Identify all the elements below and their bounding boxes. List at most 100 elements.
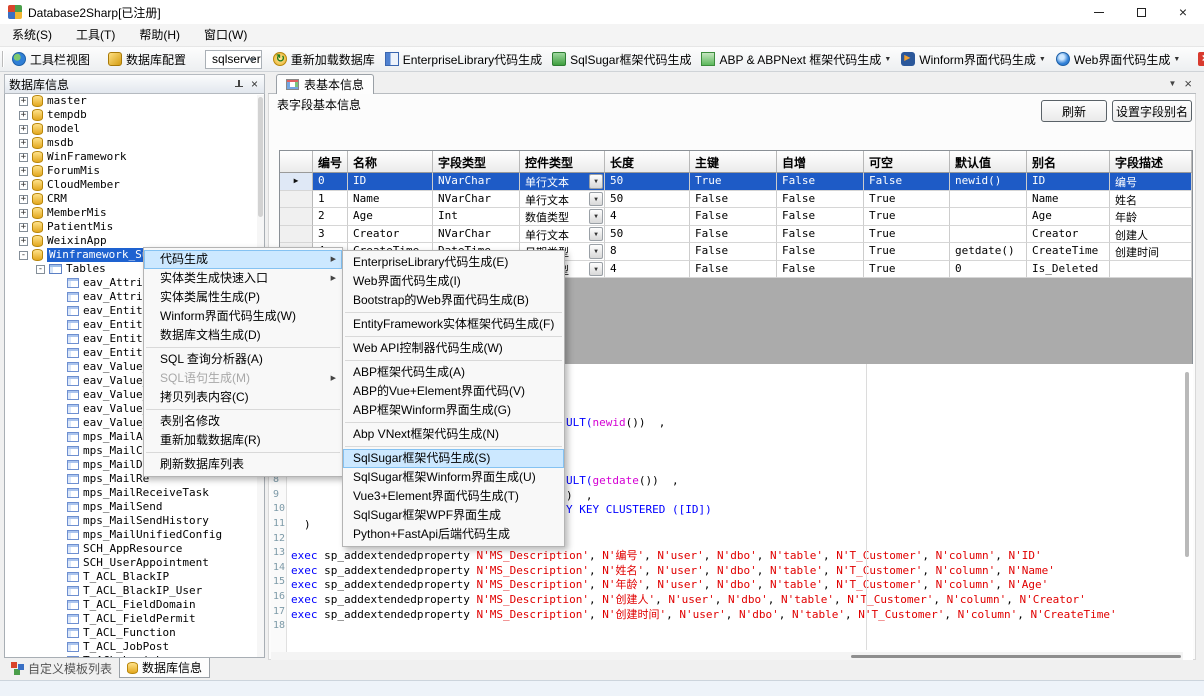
toolbar-button-退出[interactable]: 退出 (1194, 49, 1204, 70)
grid-cell[interactable]: Creator (1027, 226, 1110, 244)
tree-item-WeixinApp[interactable]: +WeixinApp (5, 234, 264, 248)
grid-cell[interactable] (950, 191, 1027, 209)
grid-cell[interactable]: False (777, 208, 864, 226)
grid-column-header-selector[interactable] (280, 151, 313, 173)
grid-cell[interactable]: False (690, 208, 777, 226)
context-menu-item-数据库文档生成(D)[interactable]: 数据库文档生成(D) (144, 326, 342, 345)
submenu-item-SqlSugar框架代码生成(S)[interactable]: SqlSugar框架代码生成(S) (343, 449, 564, 468)
grid-cell[interactable]: False (864, 173, 950, 191)
grid-cell[interactable]: False (690, 226, 777, 244)
submenu-item-Web API控制器代码生成(W)[interactable]: Web API控制器代码生成(W) (343, 339, 564, 358)
table-row[interactable]: 2AgeInt数值类型▼4FalseFalseTrueAge年龄 (280, 208, 1192, 226)
grid-cell[interactable] (950, 226, 1027, 244)
tree-item-mps_MailSend[interactable]: mps_MailSend (5, 500, 264, 514)
row-selector[interactable] (280, 191, 313, 209)
grid-cell[interactable] (1110, 261, 1192, 279)
maximize-button[interactable] (1120, 0, 1162, 24)
toolbar-grip[interactable] (2, 51, 4, 67)
grid-column-header-别名[interactable]: 别名 (1027, 151, 1110, 173)
collapse-icon[interactable]: - (36, 265, 45, 274)
tree-item-master[interactable]: +master (5, 94, 264, 108)
grid-cell[interactable]: False (777, 173, 864, 191)
expand-icon[interactable]: + (19, 111, 28, 120)
grid-cell[interactable]: Name (1027, 191, 1110, 209)
row-selector[interactable] (280, 208, 313, 226)
context-menu-item-SQL语句生成(M)[interactable]: SQL语句生成(M)▶ (144, 369, 342, 388)
database-type-combo[interactable]: sqlserver (205, 50, 262, 69)
grid-column-header-长度[interactable]: 长度 (605, 151, 690, 173)
submenu-item-SqlSugar框架Winform界面生成(U)[interactable]: SqlSugar框架Winform界面生成(U) (343, 468, 564, 487)
tree-item-CloudMember[interactable]: +CloudMember (5, 178, 264, 192)
expand-icon[interactable]: + (19, 167, 28, 176)
tree-item-MemberMis[interactable]: +MemberMis (5, 206, 264, 220)
grid-cell[interactable]: 50 (605, 226, 690, 244)
grid-cell[interactable]: Age (1027, 208, 1110, 226)
grid-column-header-字段类型[interactable]: 字段类型 (433, 151, 520, 173)
expand-icon[interactable]: + (19, 153, 28, 162)
dropdown-button[interactable]: ▼ (589, 227, 603, 242)
context-menu-item-拷贝列表内容(C)[interactable]: 拷贝列表内容(C) (144, 388, 342, 407)
panel-close-icon[interactable]: × (249, 78, 260, 90)
submenu-item-Python+FastApi后端代码生成[interactable]: Python+FastApi后端代码生成 (343, 525, 564, 544)
tree-item-PatientMis[interactable]: +PatientMis (5, 220, 264, 234)
editor-hscrollbar-thumb[interactable] (851, 655, 1181, 658)
tree-item-SCH_UserAppointment[interactable]: SCH_UserAppointment (5, 556, 264, 570)
tree-item-T_ACL_FieldPermit[interactable]: T_ACL_FieldPermit (5, 612, 264, 626)
grid-cell[interactable]: 姓名 (1110, 191, 1192, 209)
grid-cell[interactable]: 编号 (1110, 173, 1192, 191)
dropdown-button[interactable]: ▼ (589, 192, 603, 207)
dropdown-button[interactable]: ▼ (589, 174, 603, 189)
submenu-item-Bootstrap的Web界面代码生成(B)[interactable]: Bootstrap的Web界面代码生成(B) (343, 291, 564, 310)
toolbar-button-数据库配置[interactable]: 数据库配置 (104, 49, 190, 70)
grid-cell[interactable]: True (864, 226, 950, 244)
grid-column-header-名称[interactable]: 名称 (348, 151, 433, 173)
set-alias-button[interactable]: 设置字段别名 (1112, 100, 1192, 122)
menubar-item-系统(S)[interactable]: 系统(S) (0, 24, 64, 46)
toolbar-button-EnterpriseLibrary代码生成[interactable]: EnterpriseLibrary代码生成 (381, 49, 546, 70)
grid-cell[interactable]: Age (348, 208, 433, 226)
tree-item-T_ACL_BlackIP_User[interactable]: T_ACL_BlackIP_User (5, 584, 264, 598)
tab-list-dropdown-icon[interactable]: ▼ (1168, 78, 1176, 90)
tree-item-T_ACL_FieldDomain[interactable]: T_ACL_FieldDomain (5, 598, 264, 612)
dropdown-button[interactable]: ▼ (589, 262, 603, 277)
grid-cell[interactable]: 单行文本▼ (520, 173, 605, 191)
grid-column-header-字段描述[interactable]: 字段描述 (1110, 151, 1192, 173)
row-selector[interactable] (280, 226, 313, 244)
grid-cell[interactable]: 数值类型▼ (520, 208, 605, 226)
minimize-button[interactable] (1078, 0, 1120, 24)
tree-item-T_ACL_BlackIP[interactable]: T_ACL_BlackIP (5, 570, 264, 584)
grid-column-header-控件类型[interactable]: 控件类型 (520, 151, 605, 173)
context-menu-item-实体类属性生成(P)[interactable]: 实体类属性生成(P) (144, 288, 342, 307)
tab-close-icon[interactable]: × (1184, 78, 1192, 90)
grid-cell[interactable]: 4 (605, 261, 690, 279)
refresh-button[interactable]: 刷新 (1041, 100, 1107, 122)
table-row[interactable]: 1NameNVarChar单行文本▼50FalseFalseTrueName姓名 (280, 191, 1192, 209)
grid-cell[interactable]: 1 (313, 191, 348, 209)
grid-cell[interactable]: 2 (313, 208, 348, 226)
menubar-item-窗口(W)[interactable]: 窗口(W) (192, 24, 259, 46)
grid-cell[interactable]: CreateTime (1027, 243, 1110, 261)
toolbar-button-Web界面代码生成[interactable]: Web界面代码生成▼ (1052, 49, 1184, 70)
grid-cell[interactable]: 4 (605, 208, 690, 226)
grid-cell[interactable]: Int (433, 208, 520, 226)
tree-item-T_ACL_Function[interactable]: T_ACL_Function (5, 626, 264, 640)
grid-column-header-可空[interactable]: 可空 (864, 151, 950, 173)
expand-icon[interactable]: + (19, 195, 28, 204)
submenu-item-Abp VNext框架代码生成(N)[interactable]: Abp VNext框架代码生成(N) (343, 425, 564, 444)
tree-item-ForumMis[interactable]: +ForumMis (5, 164, 264, 178)
dropdown-button[interactable]: ▼ (589, 244, 603, 259)
grid-cell[interactable]: Is_Deleted (1027, 261, 1110, 279)
grid-cell[interactable]: newid() (950, 173, 1027, 191)
grid-column-header-自增[interactable]: 自增 (777, 151, 864, 173)
grid-cell[interactable]: ID (1027, 173, 1110, 191)
grid-cell[interactable]: NVarChar (433, 173, 520, 191)
grid-cell[interactable]: 8 (605, 243, 690, 261)
submenu-item-EnterpriseLibrary代码生成(E)[interactable]: EnterpriseLibrary代码生成(E) (343, 253, 564, 272)
toolbar-button-重新加载数据库[interactable]: 重新加载数据库 (269, 49, 379, 70)
context-menu-item-代码生成[interactable]: 代码生成▶ (144, 250, 342, 269)
grid-cell[interactable]: 50 (605, 191, 690, 209)
submenu-item-Vue3+Element界面代码生成(T)[interactable]: Vue3+Element界面代码生成(T) (343, 487, 564, 506)
expand-icon[interactable]: + (19, 139, 28, 148)
toolbar-button-ABP & ABPNext 框架代码生成[interactable]: ABP & ABPNext 框架代码生成▼ (697, 49, 895, 70)
grid-column-header-编号[interactable]: 编号 (313, 151, 348, 173)
